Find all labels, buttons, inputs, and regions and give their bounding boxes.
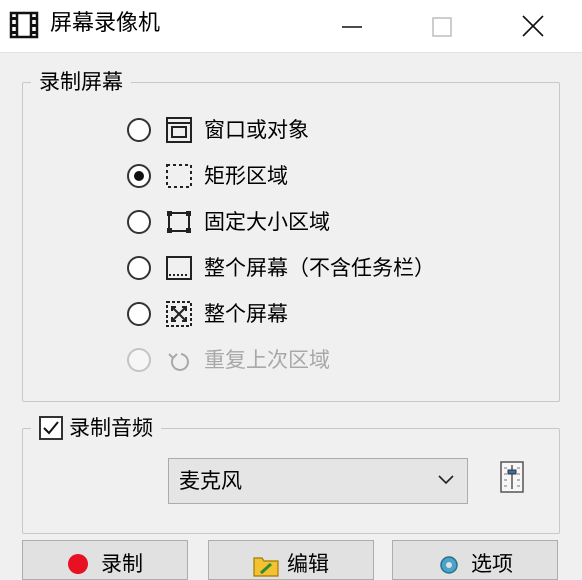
fixed-size-region-icon: [167, 211, 191, 233]
option-window-object[interactable]: 窗口或对象: [127, 112, 507, 148]
options-button-label: 选项: [471, 552, 513, 576]
option-fixed-size-region[interactable]: 固定大小区域: [127, 204, 507, 240]
option-label: 窗口或对象: [204, 118, 309, 142]
title-bar: 屏幕录像机: [0, 0, 582, 53]
radio-button[interactable]: [127, 210, 151, 234]
dashed-rectangle-icon: [166, 164, 192, 188]
option-full-screen[interactable]: 整个屏幕: [127, 296, 507, 332]
option-label: 重复上次区域: [204, 348, 330, 372]
audio-source-value: 麦克风: [179, 469, 242, 493]
audio-source-select[interactable]: 麦克风: [168, 458, 468, 504]
volume-mixer-icon: [500, 461, 524, 493]
film-strip-icon: [9, 11, 39, 39]
checkbox[interactable]: [39, 416, 63, 440]
record-screen-legend: 录制屏幕: [39, 70, 123, 94]
volume-mixer-button[interactable]: [497, 460, 529, 494]
option-label: 整个屏幕: [204, 302, 288, 326]
option-repeat-last-region: 重复上次区域: [127, 342, 507, 378]
record-audio-checkbox[interactable]: 录制音频: [31, 416, 161, 440]
option-screen-no-taskbar[interactable]: 整个屏幕（不含任务栏）: [127, 250, 507, 286]
option-rectangle-region[interactable]: 矩形区域: [127, 158, 507, 194]
record-button[interactable]: 录制: [22, 540, 188, 580]
edit-button-label: 编辑: [287, 552, 329, 576]
option-label: 矩形区域: [204, 164, 288, 188]
record-audio-label: 录制音频: [69, 416, 153, 440]
radio-button[interactable]: [127, 256, 151, 280]
minimize-button[interactable]: [322, 0, 382, 52]
folder-edit-icon: [253, 557, 279, 577]
minimize-icon: [342, 26, 362, 28]
gear-icon: [440, 556, 458, 574]
window-title: 屏幕录像机: [50, 11, 161, 36]
screen-no-taskbar-icon: [166, 256, 192, 280]
radio-button[interactable]: [127, 164, 151, 188]
edit-button[interactable]: 编辑: [208, 540, 374, 580]
window-object-icon: [166, 117, 192, 143]
full-screen-icon: [166, 301, 192, 327]
maximize-button[interactable]: [412, 0, 472, 52]
radio-button: [127, 348, 151, 372]
radio-button[interactable]: [127, 302, 151, 326]
record-button-label: 录制: [101, 552, 143, 576]
option-label: 整个屏幕（不含任务栏）: [204, 256, 435, 280]
close-button[interactable]: [503, 0, 563, 52]
repeat-region-icon: [168, 353, 189, 371]
radio-button[interactable]: [127, 118, 151, 142]
options-button[interactable]: 选项: [392, 540, 558, 580]
record-dot-icon: [68, 554, 88, 574]
close-icon: [522, 15, 544, 37]
checkmark-icon: [43, 421, 59, 435]
maximize-icon: [432, 17, 452, 37]
chevron-down-icon: [438, 475, 454, 485]
option-label: 固定大小区域: [204, 210, 330, 234]
